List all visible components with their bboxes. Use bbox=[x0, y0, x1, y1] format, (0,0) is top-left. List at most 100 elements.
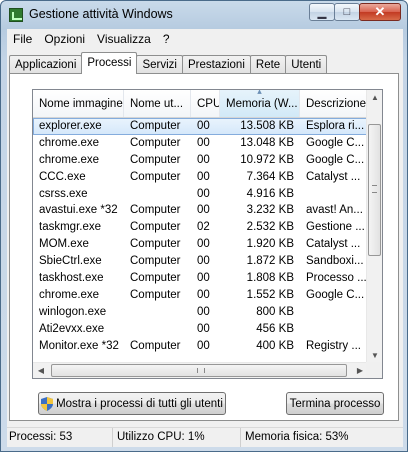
tab-processi[interactable]: Processi bbox=[81, 52, 138, 74]
horizontal-scrollbar[interactable]: ◀ ▶ bbox=[33, 362, 368, 378]
tab-prestazioni[interactable]: Prestazioni bbox=[182, 55, 251, 74]
tab-servizi[interactable]: Servizi bbox=[136, 55, 183, 74]
table-row[interactable]: MOM.exe Computer 00 1.920 KB Catalyst ... bbox=[33, 236, 368, 253]
tab-utenti[interactable]: Utenti bbox=[285, 55, 328, 74]
cell-image-name: taskmgr.exe bbox=[39, 221, 101, 234]
cell-description: Sandboxi... bbox=[306, 255, 364, 268]
cell-image-name: CCC.exe bbox=[39, 170, 86, 183]
table-row[interactable]: taskhost.exe Computer 00 1.808 KB Processo .… bbox=[33, 270, 368, 287]
cell-image-name: avastui.exe *32 bbox=[39, 204, 118, 217]
cell-description: Google C... bbox=[306, 153, 365, 166]
vertical-scrollbar[interactable]: ▲ ▼ bbox=[366, 90, 382, 364]
cell-memory: 3.232 KB bbox=[246, 204, 294, 217]
cell-description bbox=[300, 186, 368, 203]
tab-rete[interactable]: Rete bbox=[249, 55, 287, 74]
table-row[interactable]: Monitor.exe *32 Computer 00 400 KB Registry … bbox=[33, 338, 368, 355]
end-process-button[interactable]: Termina processo bbox=[286, 392, 384, 415]
cell-image-name: winlogon.exe bbox=[39, 305, 107, 318]
table-row[interactable]: winlogon.exe 00 800 KB bbox=[33, 304, 368, 321]
processes-panel: Nome immagine Nome ut... CPU Memoria (W.… bbox=[9, 73, 399, 421]
menu-file[interactable]: File bbox=[7, 32, 38, 46]
cell-user-name bbox=[124, 186, 191, 203]
table-row[interactable]: explorer.exe Computer 00 13.508 KB Esplora r… bbox=[33, 118, 368, 135]
menu-opzioni[interactable]: Opzioni bbox=[38, 32, 91, 46]
title-bar[interactable]: Gestione attività Windows ▁ □ ✕ bbox=[1, 1, 407, 29]
table-row[interactable]: SbieCtrl.exe Computer 00 1.872 KB Sandboxi..… bbox=[33, 253, 368, 270]
table-row[interactable]: csrss.exe 00 4.916 KB bbox=[33, 186, 368, 203]
cell-image-name: SbieCtrl.exe bbox=[39, 255, 102, 268]
cell-cpu: 00 bbox=[197, 153, 210, 166]
maximize-button[interactable]: □ bbox=[334, 3, 360, 21]
cell-user-name: Computer bbox=[130, 153, 181, 166]
cell-cpu: 00 bbox=[197, 170, 210, 183]
cell-memory: 800 KB bbox=[256, 305, 294, 318]
cell-image-name: csrss.exe bbox=[39, 187, 88, 200]
cell-cpu: 00 bbox=[197, 187, 210, 200]
cell-cpu: 00 bbox=[197, 339, 210, 352]
cell-cpu: 00 bbox=[197, 120, 210, 132]
process-rows: explorer.exe Computer 00 13.508 KB Esplora r… bbox=[33, 118, 368, 354]
cell-description: Esplora ri... bbox=[306, 120, 365, 132]
cell-memory: 1.920 KB bbox=[246, 238, 294, 251]
table-row[interactable]: Ati2evxx.exe 00 456 KB bbox=[33, 321, 368, 338]
cell-description: Google C... bbox=[306, 136, 365, 149]
cell-image-name: explorer.exe bbox=[39, 120, 102, 132]
task-manager-window: Gestione attività Windows ▁ □ ✕ File Opz… bbox=[0, 0, 408, 452]
cell-image-name: taskhost.exe bbox=[39, 272, 104, 285]
cell-memory: 13.048 KB bbox=[240, 136, 294, 149]
table-row[interactable]: chrome.exe Computer 00 13.048 KB Google C... bbox=[33, 135, 368, 152]
close-button[interactable]: ✕ bbox=[359, 3, 401, 21]
menu-visualizza[interactable]: Visualizza bbox=[91, 32, 157, 46]
vertical-scroll-thumb[interactable] bbox=[368, 124, 381, 256]
cell-description: Registry ... bbox=[306, 339, 361, 352]
cell-memory: 2.532 KB bbox=[246, 221, 294, 234]
table-row[interactable]: CCC.exe Computer 00 7.364 KB Catalyst ... bbox=[33, 169, 368, 186]
table-row[interactable]: chrome.exe Computer 00 1.552 KB Google C... bbox=[33, 287, 368, 304]
cell-image-name: chrome.exe bbox=[39, 136, 100, 149]
cell-memory: 7.364 KB bbox=[246, 170, 294, 183]
cell-user-name: Computer bbox=[130, 170, 181, 183]
cell-cpu: 00 bbox=[197, 288, 210, 301]
tab-applicazioni[interactable]: Applicazioni bbox=[9, 55, 83, 74]
cell-memory: 1.552 KB bbox=[246, 288, 294, 301]
status-cpu-usage: Utilizzo CPU: 1% bbox=[113, 428, 241, 447]
process-list[interactable]: Nome immagine Nome ut... CPU Memoria (W.… bbox=[32, 89, 383, 379]
status-physical-memory: Memoria fisica: 53% bbox=[245, 431, 349, 443]
maximize-icon: □ bbox=[343, 6, 351, 18]
cell-cpu: 00 bbox=[197, 238, 210, 251]
cell-description: Catalyst ... bbox=[306, 170, 361, 183]
cell-memory: 456 KB bbox=[256, 322, 294, 335]
horizontal-scroll-thumb[interactable] bbox=[51, 364, 347, 377]
minimize-button[interactable]: ▁ bbox=[309, 3, 335, 21]
cell-user-name: Computer bbox=[130, 136, 181, 149]
table-row[interactable]: chrome.exe Computer 00 10.972 KB Google C... bbox=[33, 152, 368, 169]
cell-image-name: chrome.exe bbox=[39, 288, 100, 301]
cell-user-name bbox=[124, 304, 191, 321]
cell-image-name: MOM.exe bbox=[39, 238, 89, 251]
status-processes: Processi: 53 bbox=[7, 428, 113, 447]
tab-strip: Applicazioni Processi Servizi Prestazion… bbox=[9, 52, 328, 74]
minimize-icon: ▁ bbox=[317, 6, 327, 19]
column-header-image-name[interactable]: Nome immagine bbox=[33, 90, 124, 117]
cell-description bbox=[300, 304, 368, 321]
column-header-user-name[interactable]: Nome ut... bbox=[124, 90, 191, 117]
cell-user-name bbox=[124, 321, 191, 338]
cell-memory: 1.808 KB bbox=[246, 272, 294, 285]
scrollbar-corner bbox=[366, 362, 382, 378]
show-all-processes-button[interactable]: Mostra i processi di tutti gli utenti bbox=[38, 392, 226, 415]
cell-cpu: 00 bbox=[197, 322, 210, 335]
cell-cpu: 00 bbox=[197, 272, 210, 285]
uac-shield-icon bbox=[41, 396, 54, 411]
table-row[interactable]: avastui.exe *32 Computer 00 3.232 KB avast! … bbox=[33, 202, 368, 219]
scroll-left-icon[interactable]: ◀ bbox=[33, 363, 49, 378]
column-header-memory[interactable]: Memoria (W... bbox=[220, 90, 300, 117]
cell-user-name: Computer bbox=[130, 339, 181, 352]
client-area: Applicazioni Processi Servizi Prestazion… bbox=[7, 49, 403, 427]
cell-description: Gestione ... bbox=[306, 221, 365, 234]
table-row[interactable]: taskmgr.exe Computer 02 2.532 KB Gestione ..… bbox=[33, 219, 368, 236]
scroll-up-icon[interactable]: ▲ bbox=[367, 90, 382, 106]
status-bar: Processi: 53 Utilizzo CPU: 1% Memoria fi… bbox=[7, 427, 403, 447]
column-header-description[interactable]: Descrizione bbox=[300, 90, 368, 117]
column-header-cpu[interactable]: CPU bbox=[191, 90, 220, 117]
menu-help[interactable]: ? bbox=[157, 32, 176, 46]
